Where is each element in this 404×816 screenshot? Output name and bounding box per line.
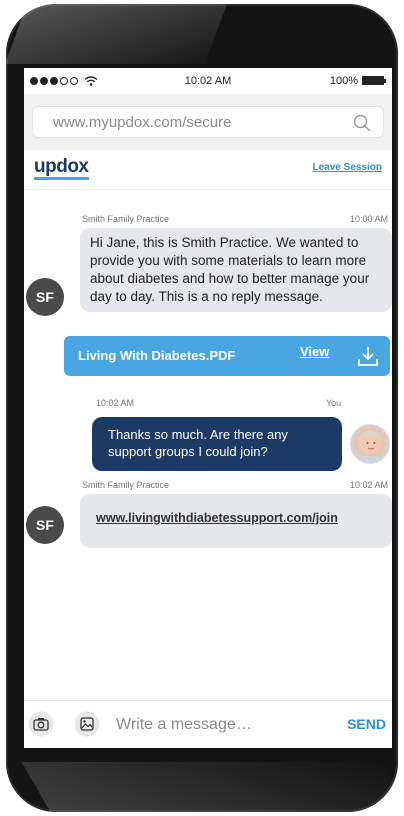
attachment-name: Living With Diabetes.PDF [78, 348, 236, 363]
outgoing-message-bubble: Thanks so much. Are there any support gr… [92, 417, 342, 471]
message-time: 10:02 AM [349, 480, 388, 490]
message-time: 10:00 AM [349, 214, 388, 224]
url-text: www.myupdox.com/secure [53, 114, 232, 131]
updox-logo: updox [34, 156, 89, 180]
avatar: SF [26, 278, 64, 316]
camera-icon[interactable] [28, 711, 54, 737]
compose-bar: Write a message… SEND [24, 700, 392, 748]
image-icon[interactable] [74, 711, 100, 737]
browser-bar: www.myupdox.com/secure [24, 94, 392, 150]
leave-session-link[interactable]: Leave Session [313, 162, 382, 173]
message-sender: You [326, 398, 342, 408]
status-bar: 10:02 AM 100% [24, 68, 392, 94]
message-sender: Smith Family Practice [82, 480, 170, 490]
search-icon[interactable] [353, 114, 371, 132]
incoming-message-bubble: Hi Jane, this is Smith Practice. We want… [80, 228, 392, 312]
app-header: updox Leave Session [24, 150, 392, 190]
battery-icon [362, 76, 386, 85]
message-time: 10:02 AM [96, 398, 135, 408]
attachment-card[interactable]: Living With Diabetes.PDF View [64, 336, 390, 376]
url-field[interactable]: www.myupdox.com/secure [32, 106, 384, 138]
view-attachment-button[interactable]: View [300, 344, 329, 359]
phone-frame: 10:02 AM 100% www.myupdox.com/secure upd… [6, 4, 398, 812]
phone-screen: 10:02 AM 100% www.myupdox.com/secure upd… [24, 68, 392, 748]
support-group-link[interactable]: www.livingwithdiabetessupport.com/join [96, 511, 338, 525]
send-button[interactable]: SEND [347, 716, 386, 732]
battery-percent: 100% [329, 75, 358, 87]
download-icon[interactable] [356, 344, 380, 368]
user-avatar [350, 424, 390, 464]
avatar: SF [26, 506, 64, 544]
message-sender: Smith Family Practice [82, 214, 170, 224]
message-input[interactable]: Write a message… [116, 716, 252, 734]
glare-decoration [6, 4, 227, 64]
glare-decoration-bottom [21, 762, 398, 812]
